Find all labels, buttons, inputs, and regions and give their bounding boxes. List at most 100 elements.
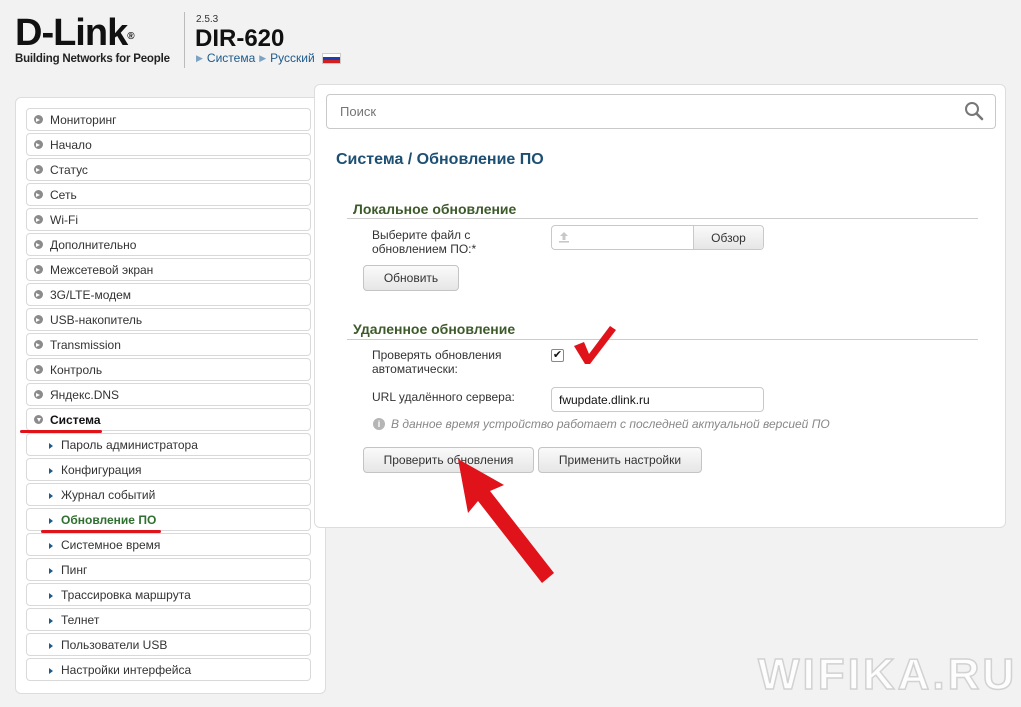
sidebar-item-yandex-dns[interactable]: Яндекс.DNS	[26, 383, 311, 406]
arrow-right-icon	[49, 588, 53, 602]
sidebar-item-label: Мониторинг	[50, 112, 117, 127]
expand-arrow-icon	[34, 165, 43, 174]
sidebar-item-firewall[interactable]: Межсетевой экран	[26, 258, 311, 281]
search-icon[interactable]	[964, 101, 984, 121]
file-select-label: Выберите файл с обновлением ПО:*	[372, 228, 477, 256]
search-input[interactable]	[326, 94, 996, 129]
remote-update-title: Удаленное обновление	[353, 321, 516, 337]
sidebar-item-usb-storage[interactable]: USB-накопитель	[26, 308, 311, 331]
upload-icon	[559, 232, 569, 243]
sidebar-item-label: Дополнительно	[50, 237, 137, 252]
arrow-right-icon	[49, 638, 53, 652]
sidebar-item-monitoring[interactable]: Мониторинг	[26, 108, 311, 131]
sidebar-item-transmission[interactable]: Transmission	[26, 333, 311, 356]
header-breadcrumb: ▶ Система ▶ Русский	[196, 51, 341, 65]
sidebar-item-label: Пользователи USB	[61, 637, 168, 652]
russian-flag-icon[interactable]	[321, 52, 341, 64]
sidebar-item-label: Конфигурация	[61, 462, 142, 477]
sidebar-item-label: 3G/LTE-модем	[50, 287, 132, 302]
crumb-arrow-icon: ▶	[259, 52, 267, 63]
arrow-right-icon	[49, 488, 53, 502]
expand-arrow-icon	[34, 215, 43, 224]
expand-arrow-icon	[34, 340, 43, 349]
crumb-system-link[interactable]: Система	[207, 51, 255, 65]
arrow-right-icon	[49, 438, 53, 452]
sidebar-item-label: Настройки интерфейса	[61, 662, 192, 677]
expand-arrow-icon	[34, 315, 43, 324]
sidebar-item-label: Трассировка маршрута	[61, 587, 191, 602]
remote-server-url-input[interactable]	[551, 387, 764, 412]
sidebar-item-start[interactable]: Начало	[26, 133, 311, 156]
sidebar-item-label: Система	[50, 412, 101, 427]
sidebar-item-label: Обновление ПО	[61, 512, 157, 527]
sidebar-subitem-usb-users[interactable]: Пользователи USB	[26, 633, 311, 656]
sidebar-subitem-system-time[interactable]: Системное время	[26, 533, 311, 556]
sidebar-item-label: Сеть	[50, 187, 77, 202]
update-button[interactable]: Обновить	[363, 265, 459, 291]
sidebar-item-label: USB-накопитель	[50, 312, 143, 327]
sidebar-item-label: Wi-Fi	[50, 212, 78, 227]
info-icon: i	[373, 418, 385, 430]
logo-brand: D-Link	[15, 12, 128, 54]
expand-arrow-icon	[34, 190, 43, 199]
expand-arrow-icon	[34, 240, 43, 249]
sidebar-item-label: Статус	[50, 162, 88, 177]
arrow-right-icon	[49, 563, 53, 577]
sidebar-item-label: Системное время	[61, 537, 161, 552]
header-divider	[184, 12, 185, 68]
info-text: В данное время устройство работает с пос…	[391, 417, 830, 431]
expand-arrow-icon	[34, 290, 43, 299]
arrow-right-icon	[49, 663, 53, 677]
local-update-title: Локальное обновление	[353, 201, 517, 217]
firmware-version: 2.5.3	[196, 14, 219, 25]
header: D-Link® Building Networks for People 2.5…	[0, 0, 1021, 80]
sidebar-item-wifi[interactable]: Wi-Fi	[26, 208, 311, 231]
annotation-underline-system	[20, 430, 102, 433]
sidebar-item-advanced[interactable]: Дополнительно	[26, 233, 311, 256]
expand-arrow-icon	[34, 390, 43, 399]
language-selector[interactable]: Русский	[270, 51, 315, 65]
sidebar-menu: Мониторинг Начало Статус Сеть Wi-Fi Допо…	[15, 97, 326, 694]
arrow-right-icon	[49, 513, 53, 527]
sidebar-item-status[interactable]: Статус	[26, 158, 311, 181]
file-picker[interactable]: Обзор	[551, 225, 764, 250]
sidebar-subitem-admin-password[interactable]: Пароль администратора	[26, 433, 311, 456]
auto-check-checkbox[interactable]: ✔	[551, 349, 564, 362]
logo-registered-mark: ®	[127, 31, 134, 42]
sidebar-subitem-firmware-update[interactable]: Обновление ПО	[26, 508, 311, 531]
main-panel: Система / Обновление ПО Локальное обновл…	[314, 84, 1006, 528]
expand-arrow-icon	[34, 265, 43, 274]
dlink-logo[interactable]: D-Link® Building Networks for People	[15, 14, 170, 65]
sidebar-item-3g-lte[interactable]: 3G/LTE-модем	[26, 283, 311, 306]
expand-arrow-icon	[34, 115, 43, 124]
sidebar-subitem-telnet[interactable]: Телнет	[26, 608, 311, 631]
file-path-field[interactable]	[552, 226, 694, 249]
sidebar-item-label: Начало	[50, 137, 92, 152]
sidebar-item-label: Контроль	[50, 362, 103, 377]
sidebar-subitem-traceroute[interactable]: Трассировка маршрута	[26, 583, 311, 606]
arrow-right-icon	[49, 613, 53, 627]
sidebar-item-label: Пароль администратора	[61, 437, 198, 452]
sidebar-item-label: Межсетевой экран	[50, 262, 154, 277]
sidebar-subitem-configuration[interactable]: Конфигурация	[26, 458, 311, 481]
sidebar-item-network[interactable]: Сеть	[26, 183, 311, 206]
sidebar-subitem-event-log[interactable]: Журнал событий	[26, 483, 311, 506]
auto-check-label: Проверять обновления автоматически:	[372, 348, 502, 376]
watermark-text: WIFIKA.RU	[757, 649, 1018, 700]
red-checkmark-annotation-icon	[574, 326, 616, 364]
arrow-right-icon	[49, 538, 53, 552]
apply-settings-button[interactable]: Применить настройки	[538, 447, 702, 473]
sidebar-item-label: Яндекс.DNS	[50, 387, 120, 402]
sidebar-subitem-ping[interactable]: Пинг	[26, 558, 311, 581]
browse-button[interactable]: Обзор	[694, 226, 763, 249]
sidebar-item-label: Телнет	[61, 612, 100, 627]
sidebar-subitem-interface-settings[interactable]: Настройки интерфейса	[26, 658, 311, 681]
sidebar-item-control[interactable]: Контроль	[26, 358, 311, 381]
sidebar-item-system[interactable]: Система	[26, 408, 311, 431]
red-arrow-annotation-icon	[458, 459, 554, 583]
expand-arrow-icon	[34, 140, 43, 149]
arrow-right-icon	[49, 463, 53, 477]
crumb-arrow-icon: ▶	[196, 52, 203, 63]
section-divider	[347, 339, 978, 340]
device-model: DIR-620	[195, 25, 285, 52]
